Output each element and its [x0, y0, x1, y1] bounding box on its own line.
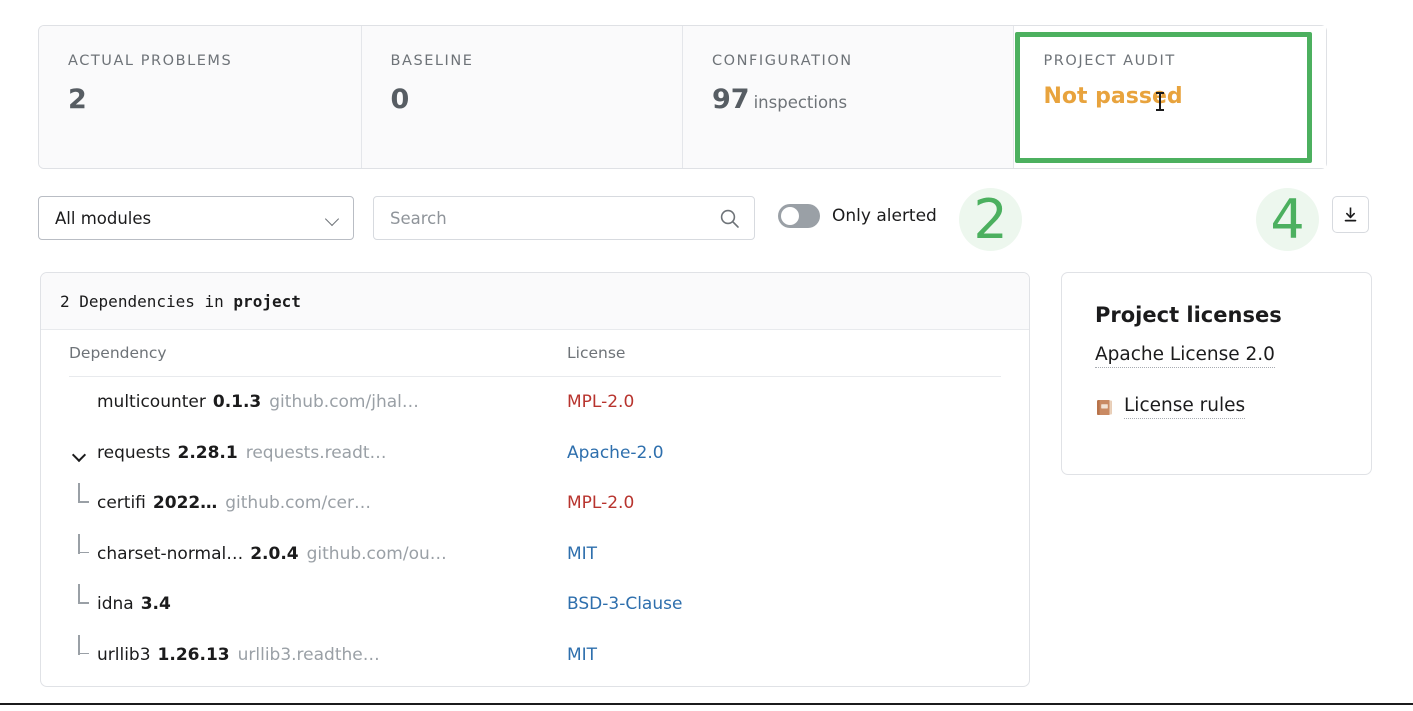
dependency-version: 2022…	[152, 493, 218, 514]
dependency-version: 3.4	[140, 594, 171, 615]
summary-card-label: Baseline	[390, 53, 474, 69]
dependencies-title-text: Dependencies in	[79, 291, 224, 311]
download-button[interactable]	[1332, 196, 1369, 233]
dependency-license[interactable]: MPL-2.0	[567, 392, 1001, 412]
download-icon	[1344, 207, 1357, 222]
search-input[interactable]: Search	[373, 196, 755, 240]
dependency-name: requests	[97, 442, 171, 463]
summary-card-unit: inspections	[753, 92, 848, 112]
dependency-name: multicounter	[97, 392, 206, 413]
summary-card-label: Configuration	[712, 53, 853, 69]
only-alerted-control[interactable]: Only alerted	[778, 204, 937, 228]
dependency-name: idna	[97, 594, 134, 615]
dependencies-scope: project	[233, 291, 301, 311]
summary-card-value: Not passed	[1043, 83, 1183, 109]
dependency-license[interactable]: BSD-3-Clause	[567, 594, 1001, 614]
dependencies-title: 2 Dependencies in project	[41, 273, 1029, 330]
dependency-version: 0.1.3	[212, 392, 262, 413]
only-alerted-toggle[interactable]	[778, 204, 820, 228]
dependency-url: github.com/cer…	[225, 493, 371, 514]
summary-card-value: 97 inspections	[712, 83, 848, 115]
tree-branch-icon	[69, 483, 97, 513]
dependencies-card: 2 Dependencies in project Dependency Lic…	[40, 272, 1030, 687]
quality-report-page: Actual problems 2 Baseline 0 Configurati…	[0, 0, 1413, 711]
dependency-url: github.com/ou…	[306, 543, 447, 564]
dependency-license[interactable]: MIT	[567, 544, 1001, 564]
modules-select-value: All modules	[55, 208, 152, 228]
dependency-name: urllib3	[97, 644, 151, 665]
table-row[interactable]: multicounter 0.1.3 github.com/jhal… MPL-2.0	[41, 377, 1029, 428]
dependencies-count: 2	[60, 291, 70, 311]
summary-card-value: 0	[390, 83, 410, 115]
column-header-dependency: Dependency	[69, 344, 167, 362]
search-icon	[720, 209, 739, 228]
dependency-name: charset-normal…	[97, 543, 244, 564]
dependency-cell: charset-normal… 2.0.4 github.com/ou…	[69, 533, 567, 564]
tree-branch-icon	[69, 634, 97, 665]
summary-card-value: 2	[68, 83, 87, 115]
dependency-cell: certifi 2022… github.com/cer…	[69, 483, 567, 514]
search-placeholder: Search	[390, 208, 447, 228]
dependency-cell: multicounter 0.1.3 github.com/jhal…	[69, 392, 567, 412]
bottom-divider	[0, 703, 1413, 705]
toggle-knob	[781, 207, 799, 225]
dependency-version: 2.28.1	[177, 442, 238, 463]
table-row[interactable]: requests 2.28.1 requests.readt… Apache-2.0	[41, 428, 1029, 479]
dependency-url: github.com/jhal…	[269, 392, 419, 413]
project-licenses-heading: Project licenses	[1095, 303, 1282, 327]
book-icon	[1097, 400, 1112, 415]
project-license-value[interactable]: Apache License 2.0	[1095, 344, 1275, 368]
dependency-license[interactable]: MIT	[567, 645, 1001, 665]
dependency-cell: requests 2.28.1 requests.readt…	[69, 443, 567, 463]
dependency-cell: idna 3.4	[69, 584, 567, 615]
summary-card-configuration[interactable]: Configuration 97 inspections	[683, 26, 1015, 168]
project-licenses-panel: Project licenses Apache License 2.0 Lice…	[1061, 272, 1372, 475]
summary-cards-strip: Actual problems 2 Baseline 0 Configurati…	[38, 25, 1327, 169]
dependencies-table-body: multicounter 0.1.3 github.com/jhal… MPL-2.0…	[41, 377, 1029, 680]
license-rules-label: License rules	[1124, 395, 1246, 419]
table-row[interactable]: urllib3 1.26.13 urllib3.readthe… MIT	[41, 630, 1029, 681]
license-rules-link[interactable]: License rules	[1095, 395, 1371, 419]
dependency-version: 2.0.4	[250, 543, 299, 564]
chevron-down-icon	[326, 214, 341, 223]
filters-toolbar: All modules Search Only alerted	[38, 196, 1373, 240]
summary-card-actual-problems[interactable]: Actual problems 2	[39, 26, 362, 168]
modules-select[interactable]: All modules	[38, 196, 354, 240]
tree-branch-icon	[69, 533, 97, 564]
dependency-name: certifi	[97, 493, 146, 514]
dependency-license[interactable]: MPL-2.0	[567, 493, 1001, 513]
summary-card-label: Actual problems	[68, 53, 233, 69]
dependency-version: 1.26.13	[157, 644, 230, 665]
summary-card-project-audit[interactable]: Project audit Not passed	[1014, 26, 1326, 168]
summary-card-baseline[interactable]: Baseline 0	[361, 26, 683, 168]
tree-branch-icon	[69, 584, 97, 614]
table-row[interactable]: certifi 2022… github.com/cer… MPL-2.0	[41, 478, 1029, 529]
callout-badge-2: 2	[959, 188, 1022, 251]
column-header-license: License	[567, 344, 626, 362]
text-cursor	[1156, 92, 1164, 111]
table-row[interactable]: idna 3.4 BSD-3-Clause	[41, 579, 1029, 630]
only-alerted-label: Only alerted	[832, 206, 937, 226]
summary-card-label: Project audit	[1043, 53, 1176, 69]
dependencies-table-header: Dependency License	[69, 330, 1001, 377]
dependency-cell: urllib3 1.26.13 urllib3.readthe…	[69, 634, 567, 665]
dependency-license[interactable]: Apache-2.0	[567, 443, 1001, 463]
table-row[interactable]: charset-normal… 2.0.4 github.com/ou… MIT	[41, 529, 1029, 580]
dependency-url: urllib3.readthe…	[237, 644, 380, 665]
dependency-url: requests.readt…	[245, 442, 387, 463]
callout-badge-4: 4	[1256, 188, 1319, 251]
